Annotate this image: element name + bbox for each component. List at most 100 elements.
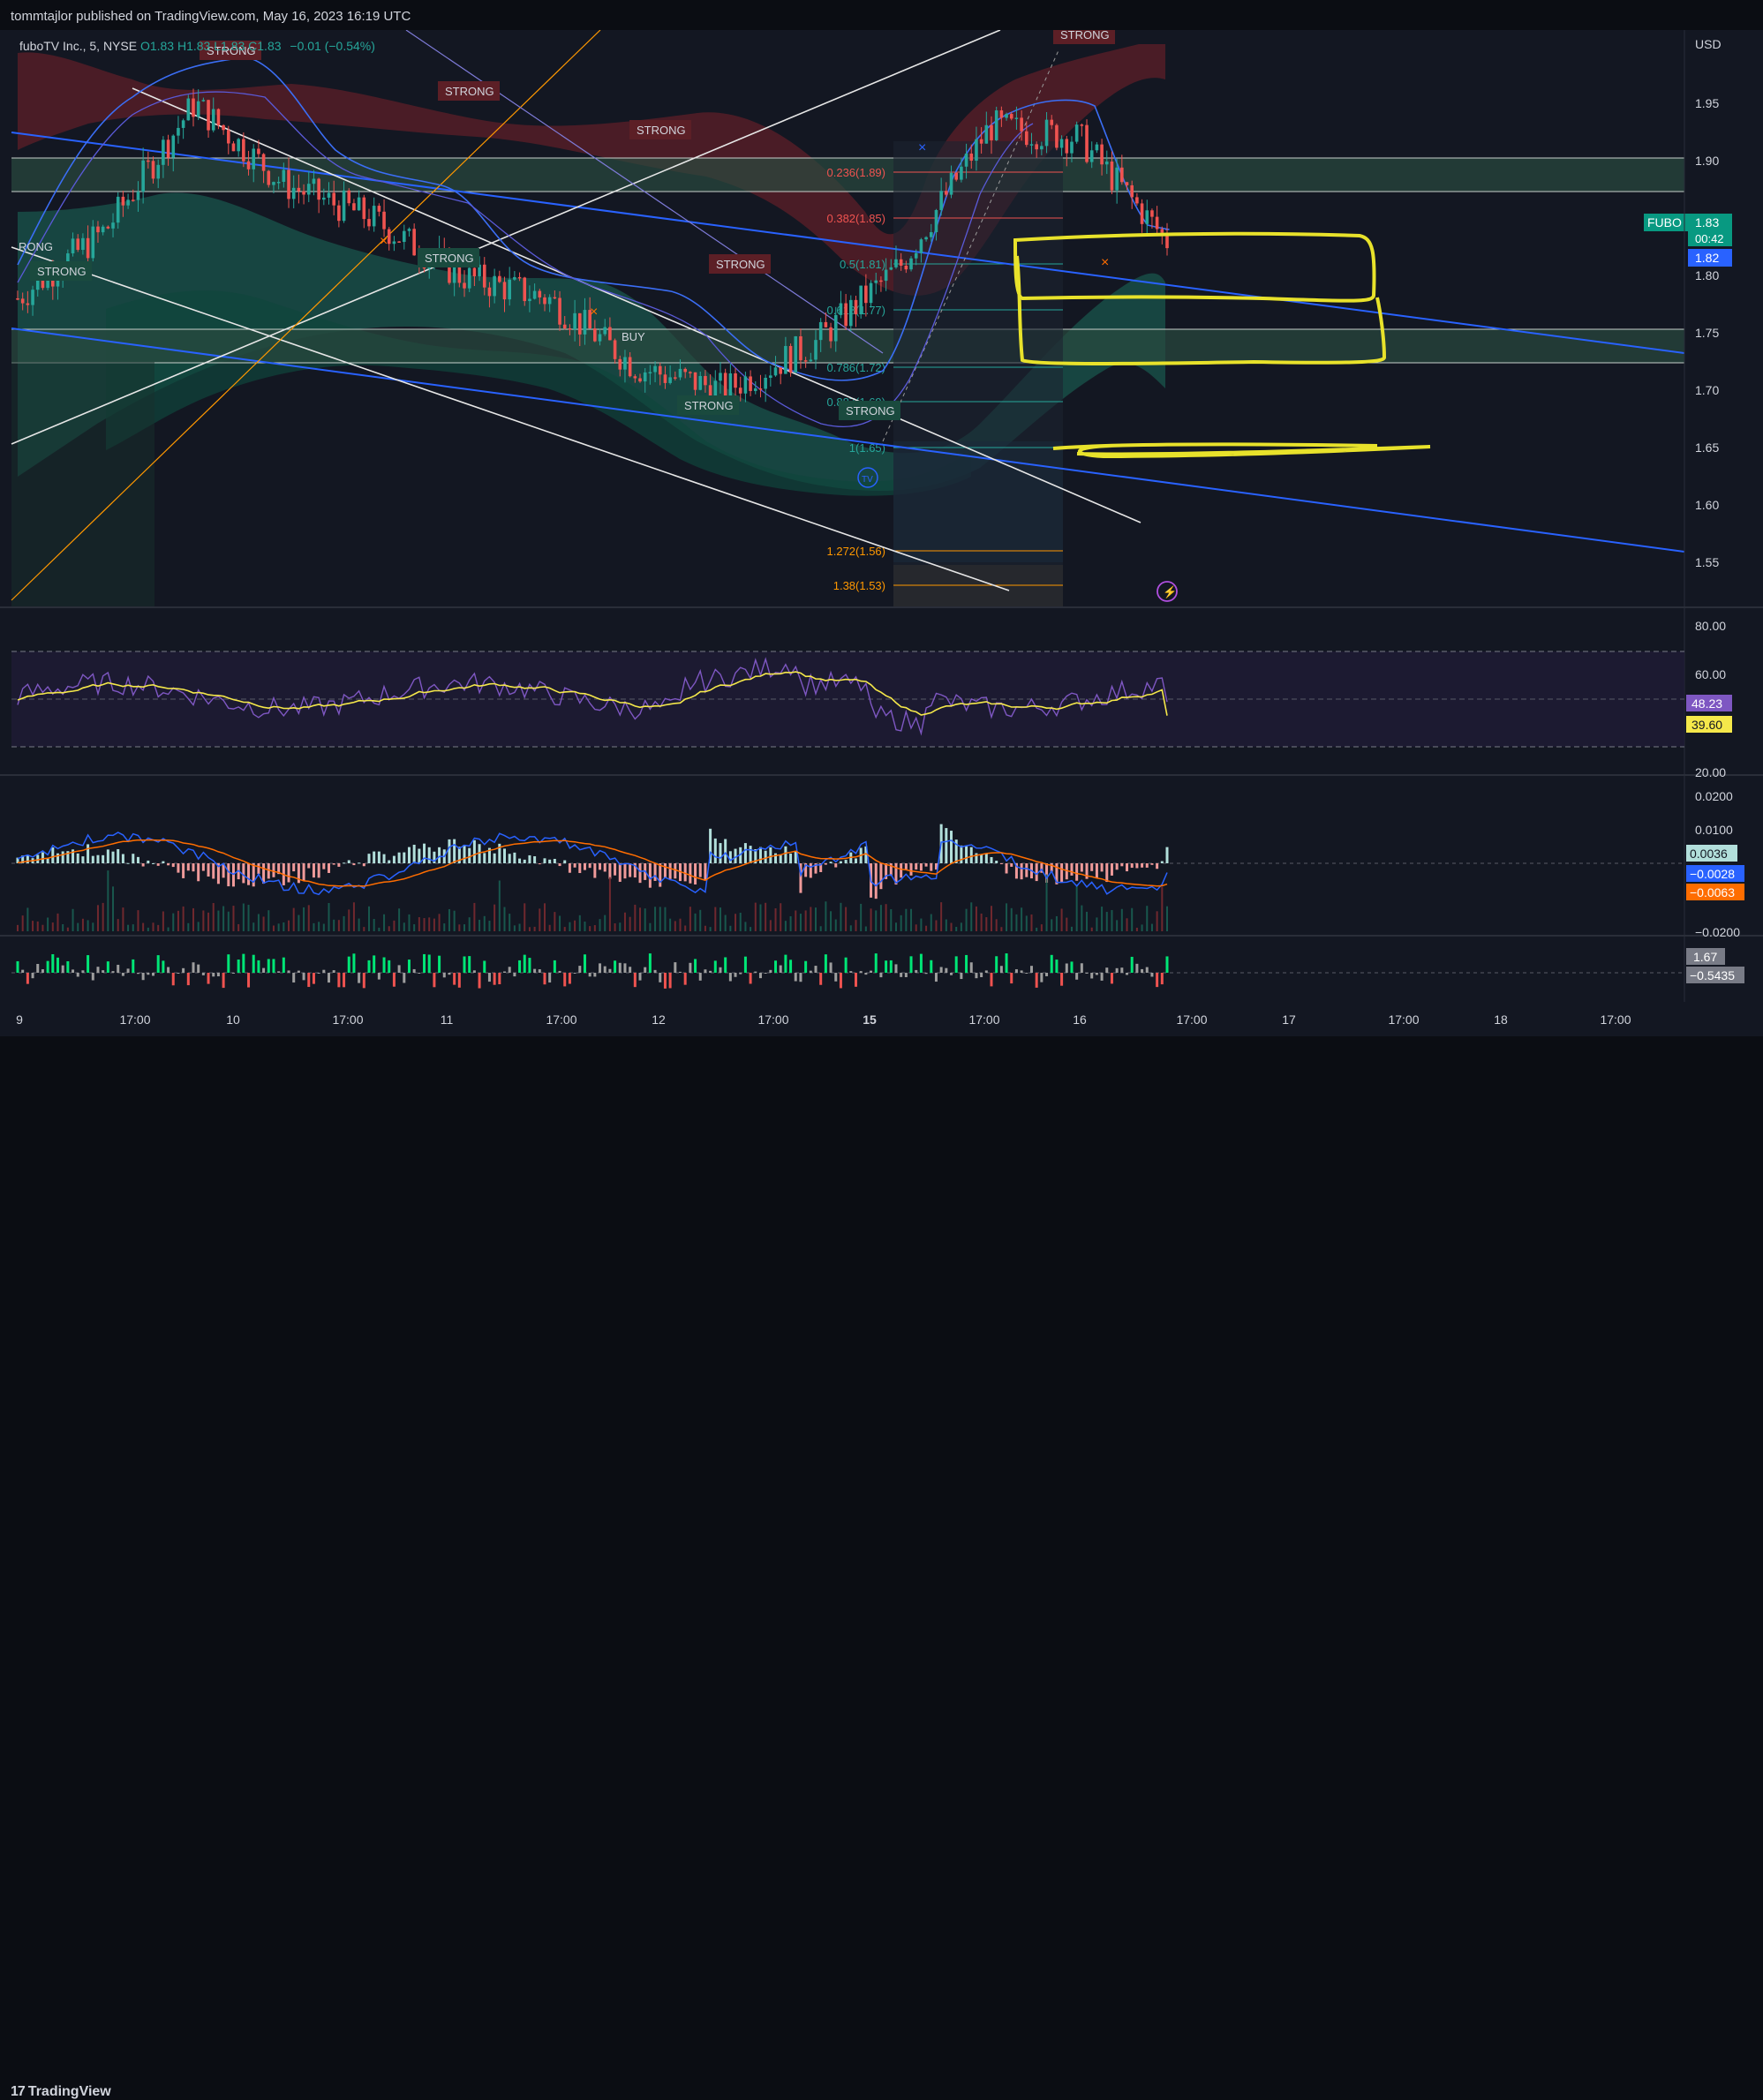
candle-body — [181, 120, 185, 128]
chart-area[interactable]: 0.236(1.89)0.382(1.85)0.5(1.81)0.618(1.7… — [0, 25, 1763, 1036]
candle-body — [1110, 162, 1114, 191]
osc-bar — [1085, 973, 1089, 974]
osc-bar — [593, 973, 597, 977]
chart-legend[interactable]: fuboTV Inc., 5, NYSE O1.83 H1.83 L1.83 C… — [19, 39, 375, 53]
osc-bar — [900, 973, 903, 977]
volume-bar — [343, 915, 345, 931]
volume-bar — [1126, 918, 1128, 931]
candle-body — [387, 229, 391, 245]
candle-body — [493, 275, 496, 297]
osc-bar — [382, 957, 386, 973]
osc-bar — [418, 973, 421, 974]
osc-bar — [1020, 970, 1023, 973]
volume-bar — [950, 922, 953, 931]
macd-hist-bar — [764, 850, 767, 863]
volume-bar — [623, 912, 626, 931]
candle-body — [788, 345, 793, 373]
volume-bar — [744, 922, 747, 931]
osc-bar — [573, 973, 576, 974]
candle-body — [1025, 131, 1028, 146]
osc-bar — [618, 962, 622, 973]
osc-bar — [794, 973, 797, 982]
osc-bar — [412, 968, 416, 973]
macd-hist-bar — [252, 863, 255, 887]
macd-hist-bar — [618, 863, 622, 882]
volume-bar — [664, 907, 667, 931]
candle-body — [1130, 184, 1134, 198]
candle-body — [1059, 139, 1064, 148]
candle-body — [237, 139, 240, 152]
osc-bar — [719, 967, 722, 973]
volume-bar — [870, 908, 872, 931]
volume-bar — [845, 907, 848, 931]
osc-bar — [1165, 956, 1169, 973]
macd-hist-bar — [1105, 863, 1109, 883]
candle-body — [904, 265, 908, 270]
macd-hist-bar — [1145, 863, 1149, 868]
candle-body — [693, 372, 697, 390]
macd-hist-bar — [508, 854, 511, 863]
tradingview-brand[interactable]: 17 TradingView — [11, 2084, 111, 2100]
volume-bar — [599, 919, 601, 931]
candle-body — [357, 197, 361, 211]
osc-bar — [779, 965, 782, 973]
osc-bar — [975, 973, 978, 979]
macd-hist-bar — [407, 847, 411, 863]
osc-bar — [358, 973, 361, 983]
osc-bar — [307, 973, 311, 988]
candle-body — [663, 374, 667, 383]
macd-hist-bar — [177, 863, 180, 873]
macd-hist-bar — [373, 851, 376, 863]
volume-bar — [754, 902, 757, 931]
volume-bar — [543, 903, 546, 931]
candle-body — [749, 376, 752, 391]
candle-body — [151, 161, 155, 179]
osc-bar — [242, 953, 245, 973]
volume-bar — [825, 901, 827, 931]
macd-hist-bar — [698, 863, 702, 877]
fib-label: 0.5(1.81) — [840, 258, 885, 271]
candle-body — [222, 124, 225, 131]
osc-bar — [367, 960, 371, 973]
volume-bar — [574, 920, 576, 931]
osc-bar — [844, 957, 848, 973]
volume-bar — [292, 907, 295, 931]
osc-bar — [76, 973, 79, 977]
candle-body — [728, 373, 733, 400]
candle-body — [367, 219, 371, 227]
candle-body — [523, 277, 527, 302]
osc-bar — [442, 973, 446, 978]
macd-hist-bar — [156, 863, 160, 866]
signal-label: STRONG — [37, 265, 87, 278]
volume-bar — [36, 921, 39, 931]
candle-body — [1035, 144, 1038, 150]
macd-hist-bar — [1150, 863, 1154, 865]
osc-bar — [433, 973, 436, 988]
volume-bar — [458, 924, 461, 931]
volume-bar — [830, 911, 833, 931]
volume-bar — [1101, 907, 1104, 931]
time-label: 17:00 — [546, 1012, 576, 1027]
volume-bar — [930, 914, 932, 931]
candle-body — [231, 143, 236, 152]
candle-body — [698, 375, 703, 390]
osc-bar — [192, 962, 195, 973]
osc-bar — [1075, 973, 1079, 980]
osc-bar — [247, 973, 251, 988]
candle-body — [71, 238, 75, 254]
candle-body — [704, 375, 707, 386]
volume-bar — [257, 914, 260, 931]
chart-svg[interactable]: 0.236(1.89)0.382(1.85)0.5(1.81)0.618(1.7… — [0, 25, 1763, 1036]
volume-bar — [1161, 886, 1164, 931]
volume-bar — [885, 904, 887, 931]
macd-hist-bar — [990, 856, 993, 863]
candle-body — [919, 239, 923, 253]
osc-bar — [72, 969, 75, 973]
candle-body — [674, 377, 677, 379]
candle-body — [999, 110, 1004, 118]
macd-hist-bar — [121, 854, 124, 863]
osc-bar — [749, 973, 752, 984]
macd-hist-bar — [317, 863, 320, 878]
volume-bar — [524, 903, 526, 931]
signal-value: −0.0063 — [1690, 885, 1735, 899]
